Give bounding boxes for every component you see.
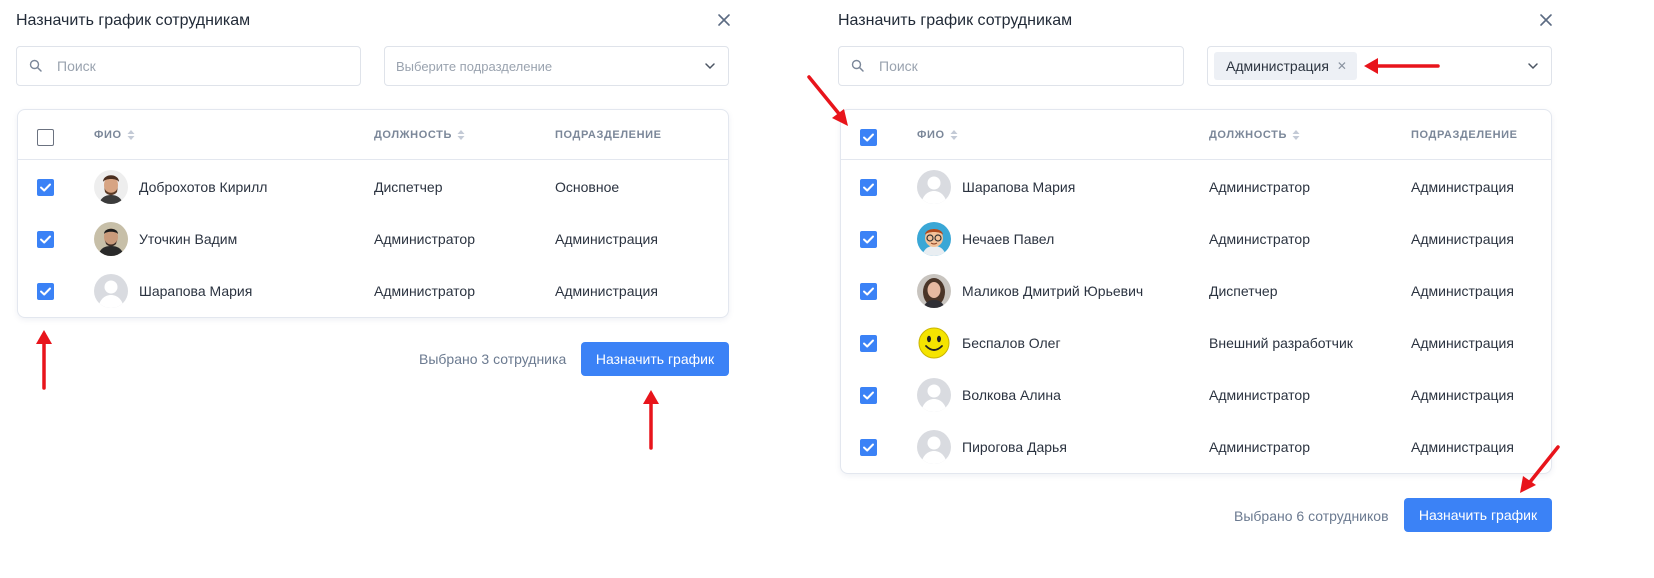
employee-position: Администратор <box>374 231 476 247</box>
selected-count: Выбрано 3 сотрудника <box>419 351 567 367</box>
avatar <box>917 170 951 204</box>
employee-department: Администрация <box>1411 231 1514 247</box>
column-header-name[interactable]: ФИО <box>917 129 958 141</box>
chevron-down-icon <box>705 63 715 70</box>
annotation-arrow-down-left <box>1520 445 1560 493</box>
employee-name: Маликов Дмитрий Юрьевич <box>962 283 1144 299</box>
department-placeholder: Выберите подразделение <box>396 58 553 74</box>
table-row[interactable]: Волкова Алина Администратор Администрация <box>841 369 1551 421</box>
employee-department: Основное <box>555 179 620 195</box>
avatar <box>94 222 128 256</box>
assign-schedule-button[interactable]: Назначить график <box>1404 498 1552 532</box>
column-header-position[interactable]: ДОЛЖНОСТЬ <box>374 129 465 141</box>
employee-name: Шарапова Мария <box>139 283 253 299</box>
avatar <box>917 274 951 308</box>
search-field[interactable] <box>838 46 1184 86</box>
table-row[interactable]: Маликов Дмитрий Юрьевич Диспетчер Админист… <box>841 265 1551 317</box>
department-select[interactable]: Выберите подразделение <box>384 46 729 86</box>
employee-department: Администрация <box>1411 387 1514 403</box>
department-tag: Администрация ✕ <box>1214 52 1357 80</box>
column-header-position[interactable]: ДОЛЖНОСТЬ <box>1209 129 1300 141</box>
employee-position: Администратор <box>1209 179 1311 195</box>
close-icon[interactable] <box>1538 12 1554 28</box>
search-field[interactable] <box>16 46 361 86</box>
row-checkbox[interactable] <box>860 231 877 248</box>
employee-department: Администрация <box>555 231 658 247</box>
employee-name: Доброхотов Кирилл <box>139 179 268 195</box>
sort-icon <box>1292 130 1300 140</box>
chevron-down-icon <box>1528 63 1538 70</box>
remove-tag-icon[interactable]: ✕ <box>1337 59 1347 73</box>
employee-position: Диспетчер <box>1209 283 1278 299</box>
search-input[interactable] <box>57 58 307 74</box>
employee-department: Администрация <box>1411 179 1514 195</box>
employee-name: Пирогова Дарья <box>962 439 1067 455</box>
avatar <box>917 326 951 360</box>
employee-department: Администрация <box>1411 335 1514 351</box>
sort-icon <box>457 130 465 140</box>
assign-schedule-dialog-left: Назначить график сотрудникам Выберите по… <box>0 0 760 578</box>
annotation-arrow-up <box>36 330 52 390</box>
table-header: ФИО ДОЛЖНОСТЬ ПОДРАЗДЕЛЕНИЕ <box>18 110 728 160</box>
table-row[interactable]: Шарапова Мария Администратор Администрация <box>841 161 1551 213</box>
selected-count: Выбрано 6 сотрудников <box>1234 508 1389 524</box>
avatar <box>917 378 951 412</box>
avatar <box>917 430 951 464</box>
employee-name: Волкова Алина <box>962 387 1061 403</box>
close-icon[interactable] <box>716 12 732 28</box>
employees-table: ФИО ДОЛЖНОСТЬ ПОДРАЗДЕЛЕНИЕ Доброхотов К… <box>17 109 729 318</box>
employee-department: Администрация <box>1411 439 1514 455</box>
select-all-checkbox[interactable] <box>37 129 54 146</box>
table-header: ФИО ДОЛЖНОСТЬ ПОДРАЗДЕЛЕНИЕ <box>841 110 1551 160</box>
sort-icon <box>127 130 135 140</box>
annotation-arrow-up <box>643 390 659 450</box>
employee-name: Шарапова Мария <box>962 179 1076 195</box>
employee-position: Администратор <box>1209 387 1311 403</box>
table-row[interactable]: Пирогова Дарья Администратор Администрация <box>841 421 1551 473</box>
row-checkbox[interactable] <box>860 283 877 300</box>
employee-position: Внешний разработчик <box>1209 335 1353 351</box>
row-checkbox[interactable] <box>860 439 877 456</box>
column-header-department: ПОДРАЗДЕЛЕНИЕ <box>1411 129 1518 141</box>
dialog-title: Назначить график сотрудникам <box>16 12 251 29</box>
employee-position: Администратор <box>1209 231 1311 247</box>
search-icon <box>851 59 864 72</box>
search-input[interactable] <box>879 58 1129 74</box>
avatar <box>94 170 128 204</box>
table-row[interactable]: Доброхотов Кирилл Диспетчер Основное <box>18 161 728 213</box>
employee-position: Администратор <box>374 283 476 299</box>
row-checkbox[interactable] <box>37 179 54 196</box>
employees-table: ФИО ДОЛЖНОСТЬ ПОДРАЗДЕЛЕНИЕ Шарапова Мар… <box>840 109 1552 474</box>
annotation-arrow-left <box>1364 58 1440 74</box>
employee-name: Беспалов Олег <box>962 335 1061 351</box>
table-row[interactable]: Беспалов Олег Внешний разработчик Админист… <box>841 317 1551 369</box>
annotation-arrow-down-right <box>807 75 848 126</box>
table-row[interactable]: Шарапова Мария Администратор Администрация <box>18 265 728 317</box>
table-row[interactable]: Уточкин Вадим Администратор Администрация <box>18 213 728 265</box>
employee-name: Уточкин Вадим <box>139 231 238 247</box>
employee-department: Администрация <box>1411 283 1514 299</box>
row-checkbox[interactable] <box>860 335 877 352</box>
search-icon <box>29 59 42 72</box>
table-row[interactable]: Нечаев Павел Администратор Администрация <box>841 213 1551 265</box>
select-all-checkbox[interactable] <box>860 129 877 146</box>
employee-position: Диспетчер <box>374 179 443 195</box>
assign-schedule-button[interactable]: Назначить график <box>581 342 729 376</box>
avatar <box>917 222 951 256</box>
department-tag-label: Администрация <box>1226 58 1329 74</box>
employee-position: Администратор <box>1209 439 1311 455</box>
row-checkbox[interactable] <box>860 179 877 196</box>
employee-name: Нечаев Павел <box>962 231 1055 247</box>
assign-schedule-dialog-right: Назначить график сотрудникам Администрац… <box>807 0 1654 578</box>
row-checkbox[interactable] <box>37 231 54 248</box>
row-checkbox[interactable] <box>37 283 54 300</box>
column-header-name[interactable]: ФИО <box>94 129 135 141</box>
dialog-title: Назначить график сотрудникам <box>838 12 1073 29</box>
avatar <box>94 274 128 308</box>
employee-department: Администрация <box>555 283 658 299</box>
sort-icon <box>950 130 958 140</box>
column-header-department: ПОДРАЗДЕЛЕНИЕ <box>555 129 662 141</box>
row-checkbox[interactable] <box>860 387 877 404</box>
